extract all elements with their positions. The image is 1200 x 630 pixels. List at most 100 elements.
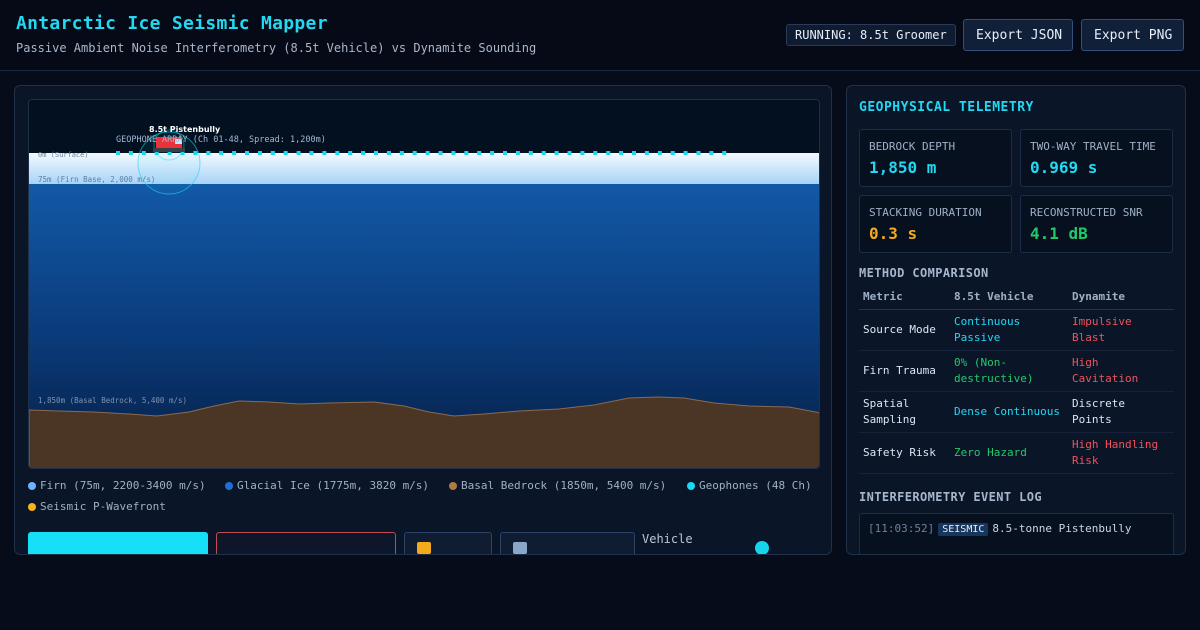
legend-item-bedrock: Basal Bedrock (1850m, 5400 m/s) — [449, 479, 666, 492]
bedrock-depth-card: BEDROCK DEPTH 1,850 m — [859, 129, 1012, 187]
card-value: 0.969 s — [1030, 158, 1098, 177]
ice-cross-section: 8.5t Pistenbully GEOPHONE ARRAY (Ch 01-4… — [28, 99, 820, 469]
metric-cell: Spatial Sampling — [859, 391, 950, 433]
geophone-marker — [515, 151, 520, 155]
table-row: Spatial Sampling Dense Continuous Discre… — [859, 391, 1174, 433]
legend-item-geophones: Geophones (48 Ch) — [687, 479, 812, 492]
geophone-marker — [335, 151, 340, 155]
geophone-marker — [412, 151, 417, 155]
metric-cell: Safety Risk — [859, 432, 950, 474]
legend-dot — [225, 481, 233, 490]
legend-label: Geophones (48 Ch) — [699, 479, 812, 492]
geophone-marker — [644, 151, 649, 155]
geophone-marker — [128, 151, 133, 155]
geophone-marker — [309, 151, 314, 155]
telemetry-panel: GEOPHYSICAL TELEMETRY BEDROCK DEPTH 1,85… — [846, 85, 1186, 555]
geophone-marker — [657, 151, 662, 155]
vehicle-cell: Continuous Passive — [950, 309, 1068, 351]
geophone-marker — [438, 151, 443, 155]
card-value: 0.3 s — [869, 224, 918, 243]
geophone-marker — [232, 151, 237, 155]
app-subtitle: Passive Ambient Noise Interferometry (8.… — [16, 41, 537, 55]
export-png-button[interactable]: Export PNG — [1081, 19, 1184, 51]
geophone-marker — [322, 151, 327, 155]
vehicle-cell: Zero Hazard — [950, 432, 1068, 474]
legend-dot — [28, 502, 36, 511]
geophone-marker — [116, 151, 120, 155]
app-header: Antarctic Ice Seismic Mapper Passive Amb… — [0, 0, 1200, 71]
firn-depth-label: 75m (Firn Base, 2,000 m/s) — [38, 175, 155, 184]
geophone-marker — [451, 151, 456, 155]
event-log-title: INTERFEROMETRY EVENT LOG — [859, 490, 1042, 504]
geophone-marker — [606, 151, 611, 155]
card-label: STACKING DURATION — [869, 206, 982, 219]
vehicle-slider-label: Vehicle — [642, 532, 693, 546]
legend-label: Basal Bedrock (1850m, 5400 m/s) — [461, 479, 667, 492]
vehicle-cell: 0% (Non-destructive) — [950, 350, 1068, 392]
run-vehicle-source-button[interactable] — [28, 532, 208, 554]
dynamite-cell: High Handling Risk — [1068, 432, 1174, 474]
bedrock-depth-label: 1,850m (Basal Bedrock, 5,400 m/s) — [38, 396, 187, 405]
export-json-button[interactable]: Export JSON — [963, 19, 1073, 51]
geophone-marker — [632, 151, 636, 155]
geophone-marker — [348, 151, 353, 155]
table-row: Safety Risk Zero Hazard High Handling Ri… — [859, 432, 1174, 474]
geophone-marker — [464, 151, 469, 155]
comparison-title: METHOD COMPARISON — [859, 266, 989, 280]
surface-depth-label: 0m (Surface) — [38, 151, 89, 159]
comparison-table: Metric 8.5t Vehicle Dynamite Source Mode… — [859, 286, 1174, 474]
card-value: 4.1 dB — [1030, 224, 1088, 243]
column-header: Dynamite — [1068, 286, 1174, 310]
dynamite-cell: Discrete Points — [1068, 391, 1174, 433]
geophone-marker — [296, 151, 301, 155]
geophone-marker — [528, 151, 533, 155]
card-label: RECONSTRUCTED SNR — [1030, 206, 1143, 219]
dynamite-mode-button[interactable] — [216, 532, 396, 554]
geophone-marker — [386, 151, 391, 155]
geophone-marker — [670, 151, 675, 155]
geophone-marker — [619, 151, 624, 155]
geophone-marker — [722, 151, 727, 155]
vehicle-label: 8.5t Pistenbully — [149, 125, 221, 134]
vehicle-slider-handle[interactable] — [755, 541, 769, 554]
status-badge: RUNNING: 8.5t Groomer — [786, 24, 956, 46]
legend-dot — [28, 481, 36, 490]
visualization-panel: 8.5t Pistenbully GEOPHONE ARRAY (Ch 01-4… — [14, 85, 832, 555]
dynamite-cell: High Cavitation — [1068, 350, 1174, 392]
card-label: BEDROCK DEPTH — [869, 140, 956, 153]
geophone-marker — [206, 151, 211, 155]
geophone-marker — [245, 151, 249, 155]
geophone-marker — [593, 151, 598, 155]
log-entry: [11:03:52] SEISMIC 8.5-tonne Pistenbully — [868, 522, 1131, 536]
app-title: Antarctic Ice Seismic Mapper — [16, 13, 328, 34]
pause-button[interactable] — [404, 532, 492, 554]
stacking-duration-card: STACKING DURATION 0.3 s — [859, 195, 1012, 253]
event-log: [11:03:52] SEISMIC 8.5-tonne Pistenbully — [859, 513, 1174, 554]
geophone-marker — [503, 151, 507, 155]
table-row: Firn Trauma 0% (Non-destructive) High Ca… — [859, 350, 1174, 392]
geophone-marker — [683, 151, 688, 155]
geophone-marker — [580, 151, 585, 155]
geophone-marker — [270, 151, 275, 155]
legend-label: Seismic P-Wavefront — [40, 500, 166, 513]
log-timestamp: [11:03:52] — [868, 522, 935, 535]
card-value: 1,850 m — [869, 158, 937, 177]
geophone-marker — [361, 151, 366, 155]
legend-label: Firn (75m, 2200-3400 m/s) — [40, 479, 206, 492]
table-row: Source Mode Continuous Passive Impulsive… — [859, 309, 1174, 351]
metric-cell: Firn Trauma — [859, 350, 950, 392]
card-label: TWO-WAY TRAVEL TIME — [1030, 140, 1156, 153]
legend-item-wavefront: Seismic P-Wavefront — [28, 500, 166, 513]
geophone-marker — [477, 151, 482, 155]
geophone-marker — [567, 151, 572, 155]
geophone-marker — [541, 151, 546, 155]
geophone-array-label: GEOPHONE ARRAY (Ch 01-48, Spread: 1,200m… — [116, 135, 326, 145]
reset-button[interactable] — [500, 532, 635, 554]
geophone-marker — [257, 151, 262, 155]
log-tag: SEISMIC — [938, 523, 989, 536]
legend-label: Glacial Ice (1775m, 3820 m/s) — [237, 479, 430, 492]
geophone-marker — [490, 151, 495, 155]
cross-section-canvas: 8.5t Pistenbully GEOPHONE ARRAY (Ch 01-4… — [29, 100, 819, 468]
column-header: 8.5t Vehicle — [950, 286, 1068, 310]
geophone-marker — [709, 151, 714, 155]
